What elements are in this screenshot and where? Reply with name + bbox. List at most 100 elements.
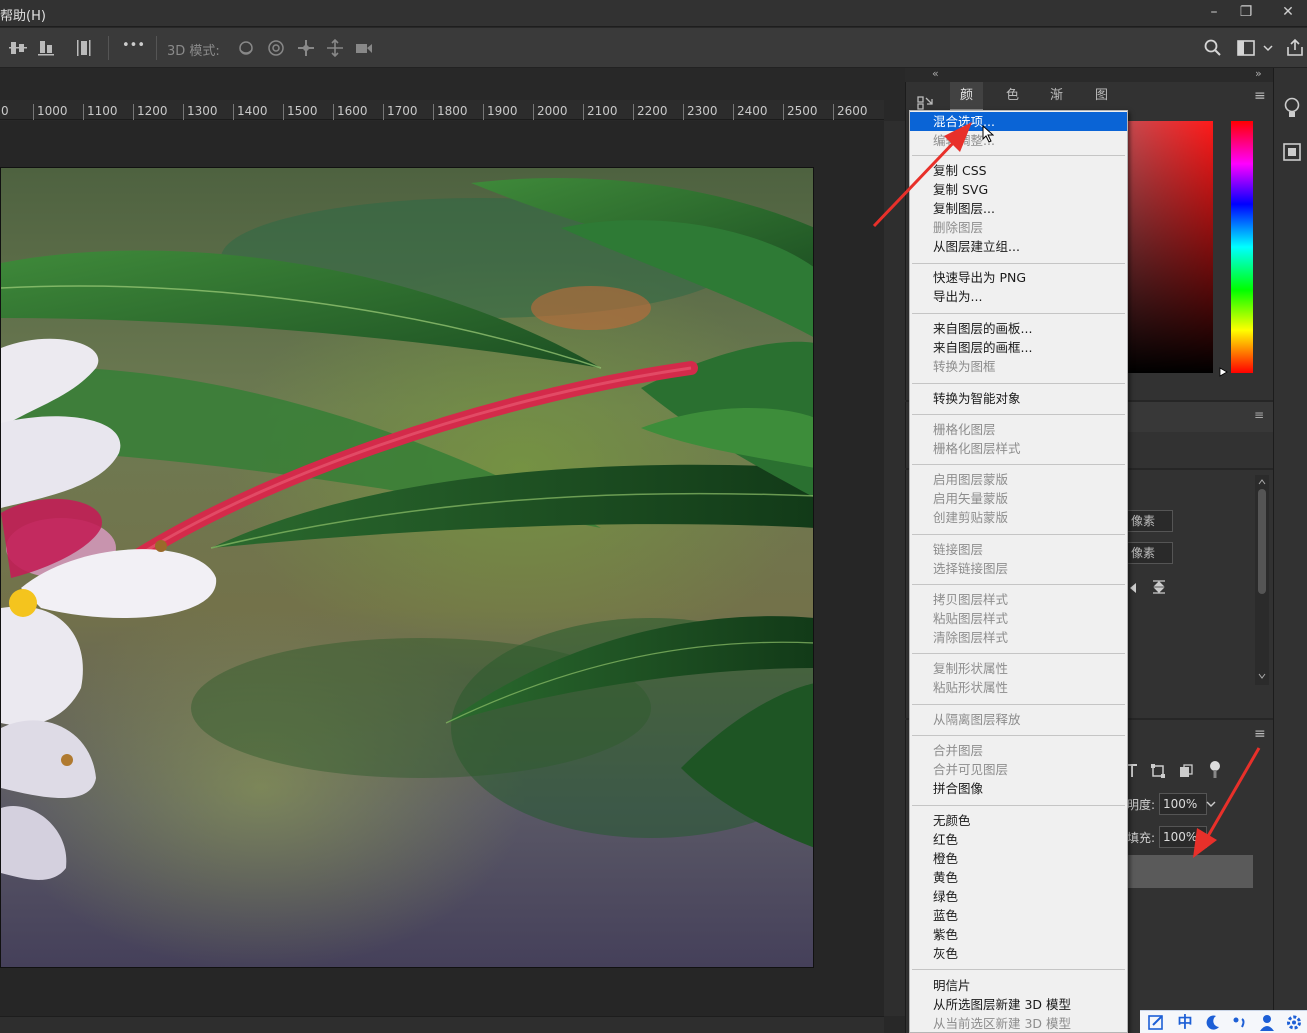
menu-item[interactable]: 快速导出为 PNG — [910, 268, 1127, 287]
flower-leaves-photo — [1, 178, 813, 880]
tab-patterns[interactable]: 图案 — [1085, 82, 1118, 131]
chevron-down-icon[interactable] — [1262, 38, 1274, 58]
align-middle-icon[interactable] — [1150, 578, 1168, 596]
properties-panel-header — [1127, 402, 1273, 432]
ruler-tick-label: 2200 — [633, 104, 668, 120]
menu-item[interactable]: 导出为... — [910, 287, 1127, 306]
menu-item: 粘贴图层样式 — [933, 611, 1009, 626]
3d-pan-icon[interactable] — [296, 38, 316, 58]
panel-collapse-bar: « » — [905, 67, 1273, 82]
search-icon[interactable] — [1203, 38, 1223, 58]
collapse-left-button[interactable]: « — [932, 67, 939, 80]
align-vcenter-icon[interactable] — [8, 38, 28, 58]
menu-item[interactable]: 蓝色 — [910, 906, 1127, 925]
menu-item: 启用图层蒙版 — [933, 472, 1009, 487]
chevron-down-icon[interactable] — [1205, 797, 1217, 811]
menu-item[interactable]: 复制 CSS — [910, 161, 1127, 180]
distribute-icon[interactable] — [74, 38, 94, 58]
menu-item[interactable]: 绿色 — [910, 887, 1127, 906]
layers-menu-icon[interactable]: ≡ — [1254, 726, 1266, 742]
share-icon[interactable] — [1285, 38, 1305, 58]
ime-tool-icon[interactable] — [1146, 1013, 1166, 1032]
ruler-tick-label: 1600 — [333, 104, 368, 120]
workspace-icon[interactable] — [1236, 38, 1256, 58]
gear-icon[interactable] — [1284, 1013, 1304, 1032]
restore-button[interactable]: ❐ — [1228, 0, 1264, 26]
menu-item[interactable]: 来自图层的画板... — [910, 319, 1127, 338]
vertical-scrollbar[interactable] — [884, 121, 905, 1016]
menu-item[interactable]: 黄色 — [910, 868, 1127, 887]
menu-item[interactable]: 转换为智能对象 — [910, 389, 1127, 408]
shape-layer-filter-icon[interactable] — [1150, 763, 1166, 779]
document-image[interactable] — [0, 167, 814, 968]
ruler-tick-label: 1400 — [233, 104, 268, 120]
fill-input[interactable]: 100% — [1159, 826, 1207, 848]
triangle-left-icon[interactable] — [1127, 580, 1139, 596]
user-icon[interactable] — [1257, 1013, 1277, 1032]
ruler-tick-label: 1500 — [283, 104, 318, 120]
menu-item: 清除图层样式 — [933, 630, 1009, 645]
height-px-field[interactable]: 像素 — [1127, 542, 1173, 564]
menu-item[interactable]: 紫色 — [910, 925, 1127, 944]
3d-slide-icon[interactable] — [325, 38, 345, 58]
menu-item[interactable]: 橙色 — [910, 849, 1127, 868]
menu-separator — [912, 534, 1125, 535]
menu-item[interactable]: 混合选项... — [910, 112, 1127, 131]
align-bottom-icon[interactable] — [36, 38, 56, 58]
punctuation-icon[interactable] — [1230, 1013, 1250, 1032]
menu-separator — [912, 805, 1125, 806]
menu-item[interactable]: 明信片 — [910, 976, 1127, 995]
ruler-tick-label: 2600 — [833, 104, 868, 120]
ime-toolbar: 中 — [1140, 1010, 1307, 1033]
properties-scrollbar[interactable] — [1255, 475, 1269, 685]
filter-toggle-icon[interactable] — [1208, 760, 1222, 780]
width-px-field[interactable]: 像素 — [1127, 510, 1173, 532]
horizontal-ruler: 0 1000 1100 1200 1300 1400 1500 1600 1700 1800 190… — [0, 100, 884, 120]
horizontal-scrollbar[interactable] — [0, 1016, 884, 1033]
scroll-down-icon[interactable] — [1257, 671, 1267, 681]
menu-item[interactable]: 复制 SVG — [910, 180, 1127, 199]
ime-language-button[interactable]: 中 — [1175, 1013, 1195, 1032]
tab-color[interactable]: 颜色 — [950, 82, 984, 131]
3d-orbit-icon[interactable] — [236, 38, 256, 58]
hue-pointer-icon[interactable] — [1219, 367, 1229, 377]
3d-camera-icon[interactable] — [354, 38, 374, 58]
ruler-tick-label: 1100 — [83, 104, 118, 120]
menu-item[interactable]: 无颜色 — [910, 811, 1127, 830]
close-button[interactable]: ✕ — [1270, 0, 1306, 26]
menu-separator — [912, 584, 1125, 585]
tab-swatches[interactable]: 色板 — [996, 82, 1029, 131]
menu-item[interactable]: 从图层建立组... — [910, 237, 1127, 256]
opacity-input[interactable]: 100% — [1159, 793, 1207, 815]
moon-icon[interactable] — [1203, 1013, 1223, 1032]
panel-history-icon[interactable] — [916, 94, 938, 110]
menu-separator — [912, 155, 1125, 156]
more-options-button[interactable]: ••• — [122, 38, 145, 53]
properties-menu-icon[interactable]: ≡ — [1254, 408, 1264, 422]
minimize-button[interactable]: – — [1196, 0, 1232, 26]
menu-item[interactable]: 复制图层... — [910, 199, 1127, 218]
smart-object-filter-icon[interactable] — [1178, 763, 1194, 779]
collapse-right-button[interactable]: » — [1255, 67, 1262, 80]
layer-row-selected[interactable] — [1127, 855, 1253, 888]
menu-item: 选择链接图层 — [933, 561, 1009, 576]
scroll-up-icon[interactable] — [1257, 477, 1267, 487]
menu-item: 创建剪贴蒙版 — [933, 510, 1009, 525]
menu-separator — [912, 313, 1125, 314]
menu-item[interactable]: 来自图层的画框... — [910, 338, 1127, 357]
color-picker-field[interactable] — [1127, 121, 1213, 373]
menu-item[interactable]: 灰色 — [910, 944, 1127, 963]
panel-menu-icon[interactable]: ≡ — [1254, 88, 1266, 104]
ruler-tick-label: 2000 — [533, 104, 568, 120]
hue-slider[interactable] — [1231, 121, 1253, 373]
menu-help[interactable]: 帮助(H) — [0, 5, 46, 24]
tab-gradients[interactable]: 渐变 — [1040, 82, 1073, 131]
3d-mode-label: 3D 模式: — [167, 44, 220, 59]
menu-item[interactable]: 拼合图像 — [910, 779, 1127, 798]
menu-item[interactable]: 红色 — [910, 830, 1127, 849]
libraries-icon[interactable] — [1282, 142, 1302, 162]
3d-roll-icon[interactable] — [266, 38, 286, 58]
ruler-tick-label: 2300 — [683, 104, 718, 120]
learn-lightbulb-icon[interactable] — [1282, 96, 1302, 120]
menu-item[interactable]: 从所选图层新建 3D 模型 — [910, 995, 1127, 1014]
